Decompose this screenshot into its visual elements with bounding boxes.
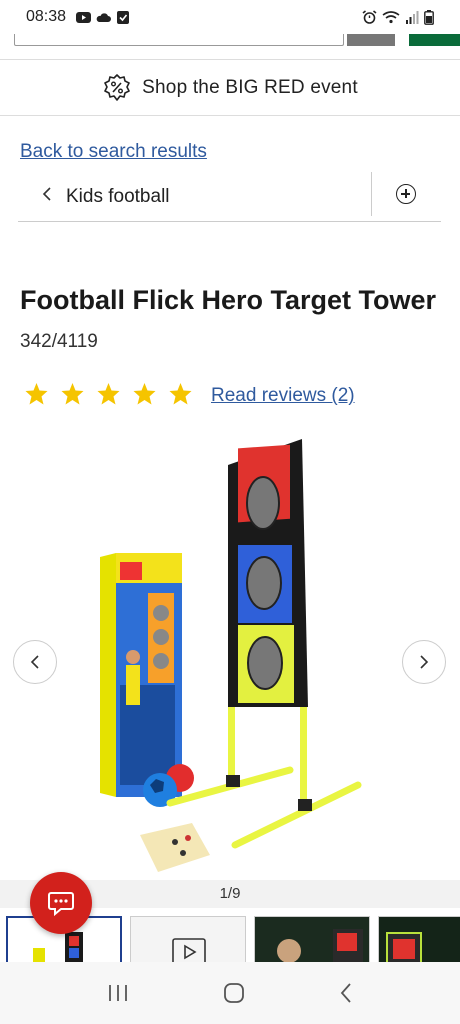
- thumbnail-4[interactable]: [378, 916, 460, 964]
- star-icon: [169, 383, 192, 405]
- expand-plus-icon[interactable]: [396, 184, 416, 204]
- battery-icon: [424, 9, 434, 25]
- promo-banner[interactable]: Shop the BIG RED event: [0, 60, 460, 116]
- gallery-prev-button[interactable]: [13, 640, 57, 684]
- search-input[interactable]: [14, 34, 344, 46]
- read-reviews-link[interactable]: Read reviews (2): [211, 385, 355, 407]
- chat-bubble-icon: [48, 892, 74, 917]
- check-square-icon: [117, 10, 130, 24]
- thumbnail-3[interactable]: [254, 916, 370, 964]
- system-nav-bar: [0, 962, 460, 1024]
- chat-button[interactable]: [30, 872, 92, 934]
- product-gallery[interactable]: [0, 425, 460, 880]
- chevron-left-icon: [30, 655, 39, 669]
- percent-badge-icon: [104, 73, 130, 101]
- wifi-icon: [382, 11, 400, 24]
- star-icon: [133, 383, 156, 405]
- cloud-icon: [96, 12, 112, 22]
- gallery-next-button[interactable]: [402, 640, 446, 684]
- back-to-results-link[interactable]: Back to search results: [20, 141, 207, 163]
- thumbnail-2-video[interactable]: [130, 916, 246, 964]
- product-name: Football Flick Hero Target Tower: [20, 285, 437, 315]
- star-icon: [25, 383, 48, 405]
- home-icon[interactable]: [223, 982, 245, 1004]
- chevron-right-icon: [420, 655, 429, 669]
- product-title: Football Flick Hero Target Tower 342/411…: [20, 281, 440, 361]
- promo-text: Shop the BIG RED event: [142, 76, 358, 98]
- alarm-icon: [362, 10, 377, 24]
- product-image: [0, 425, 460, 880]
- star-icon: [61, 383, 84, 405]
- product-sku: 342/4119: [20, 331, 98, 352]
- search-clear-button[interactable]: [347, 34, 395, 46]
- status-bar: 08:38: [0, 0, 460, 34]
- youtube-icon: [76, 11, 92, 23]
- search-submit-button[interactable]: [409, 34, 460, 46]
- breadcrumb-divider: [371, 172, 372, 216]
- rating-stars: [24, 382, 193, 406]
- product-box-image: [100, 553, 182, 797]
- breadcrumb-category[interactable]: Kids football: [66, 186, 170, 208]
- recent-apps-icon[interactable]: [107, 983, 129, 1003]
- breadcrumb: Kids football: [18, 172, 441, 222]
- search-bar: [0, 34, 460, 60]
- back-icon[interactable]: [339, 982, 353, 1004]
- signal-icon: [406, 11, 419, 24]
- status-time: 08:38: [26, 8, 67, 25]
- star-icon: [97, 383, 120, 405]
- chevron-left-icon[interactable]: [42, 185, 56, 208]
